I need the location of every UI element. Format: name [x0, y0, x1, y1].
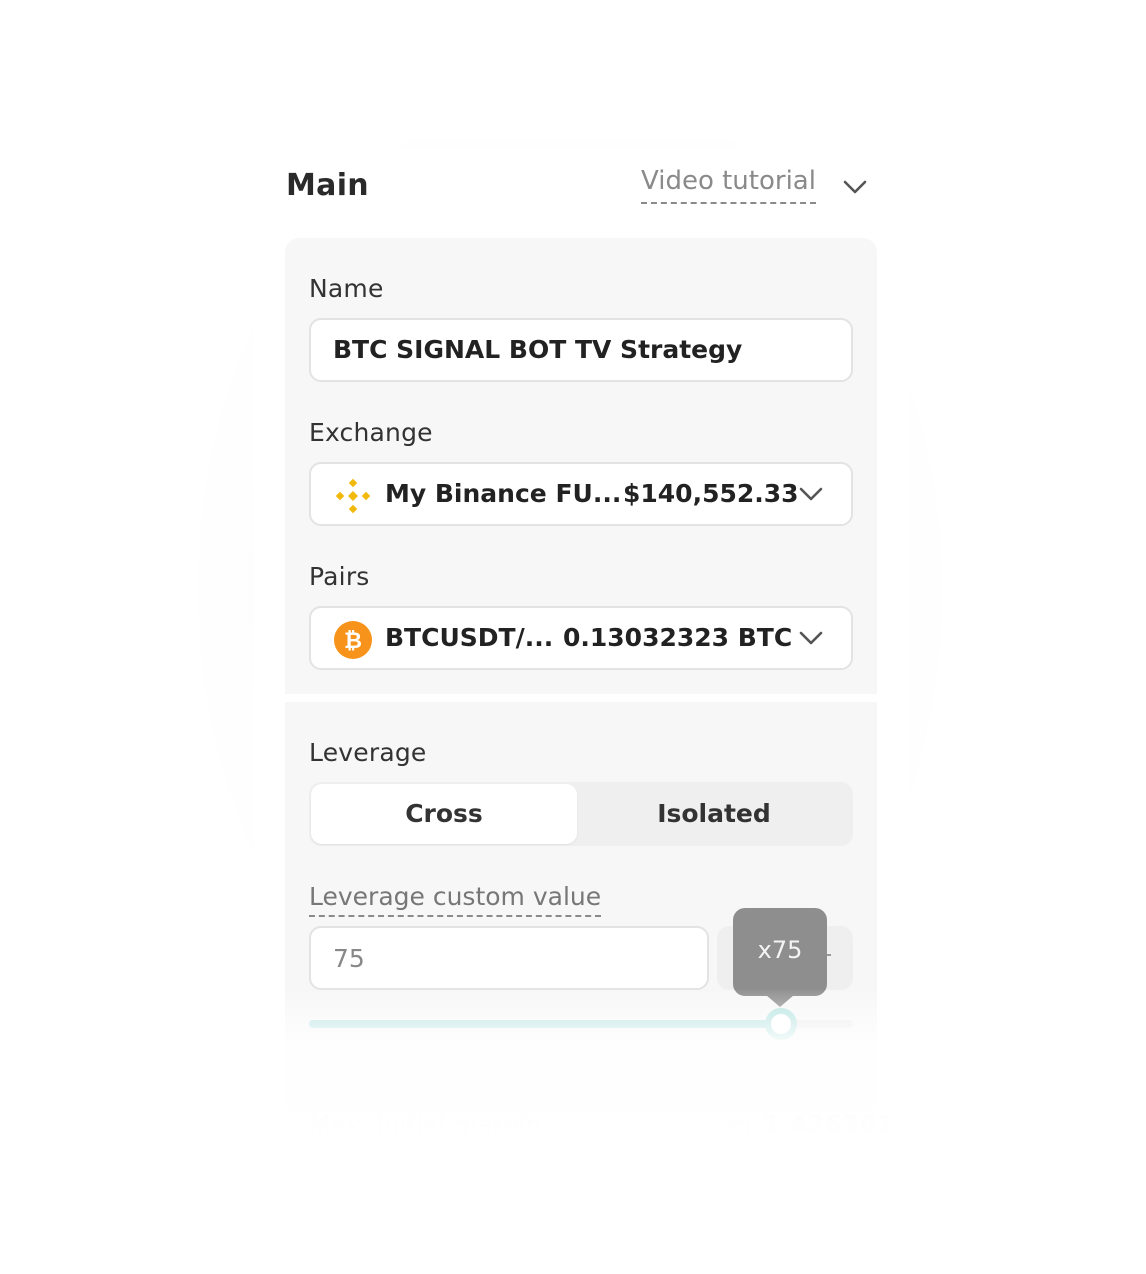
wallet-icon	[727, 1118, 749, 1138]
exchange-label: Exchange	[309, 418, 433, 447]
slider-handle[interactable]	[765, 1008, 798, 1040]
isolated-option[interactable]: Isolated	[581, 784, 847, 844]
chevron-down-icon	[799, 631, 823, 645]
name-value: BTC SIGNAL BOT TV Strategy	[333, 335, 743, 364]
leverage-custom-value-label[interactable]: Leverage custom value	[309, 882, 602, 917]
pairs-select[interactable]: ₿ BTCUSDT/... 0.13032323 BTC	[309, 606, 853, 670]
max-initial-margin-value: 1.426361	[763, 1110, 895, 1139]
video-tutorial-link[interactable]: Video tutorial	[641, 166, 816, 204]
main-fields-section: Name BTC SIGNAL BOT TV Strategy Exchange…	[285, 238, 877, 694]
binance-icon	[335, 478, 371, 514]
section-header: Main Video tutorial	[286, 166, 876, 210]
bot-settings-card: Main Video tutorial Name BTC SIGNAL BOT …	[253, 148, 909, 1148]
leverage-value-input[interactable]	[309, 926, 709, 990]
svg-text:₿: ₿	[344, 629, 362, 654]
chevron-down-icon	[799, 487, 823, 501]
name-label: Name	[309, 274, 384, 303]
leverage-label: Leverage	[309, 738, 427, 767]
slider-fill	[309, 1020, 782, 1028]
pair-name: BTCUSDT/...	[385, 623, 554, 652]
exchange-balance: $140,552.33	[623, 479, 799, 508]
bitcoin-icon: ₿	[334, 621, 372, 659]
margin-mode-toggle: Cross Isolated	[309, 782, 853, 846]
leverage-section: Leverage Cross Isolated Leverage custom …	[285, 702, 877, 1122]
max-initial-margin-row: Max. initial margin 1.426361	[309, 1110, 894, 1150]
leverage-slider[interactable]	[309, 1008, 853, 1040]
exchange-select[interactable]: My Binance FU... $140,552.33	[309, 462, 853, 526]
leverage-tooltip: x75	[733, 908, 827, 996]
max-initial-margin-label[interactable]: Max. initial margin	[309, 1110, 542, 1145]
section-title: Main	[286, 168, 369, 203]
cross-option[interactable]: Cross	[311, 784, 577, 844]
chevron-down-icon[interactable]	[842, 178, 868, 196]
name-field[interactable]: BTC SIGNAL BOT TV Strategy	[309, 318, 853, 382]
pairs-label: Pairs	[309, 562, 370, 591]
pair-amount: 0.13032323 BTC	[563, 623, 793, 652]
tooltip-arrow	[766, 995, 794, 1007]
exchange-account-name: My Binance FU...	[385, 479, 622, 508]
